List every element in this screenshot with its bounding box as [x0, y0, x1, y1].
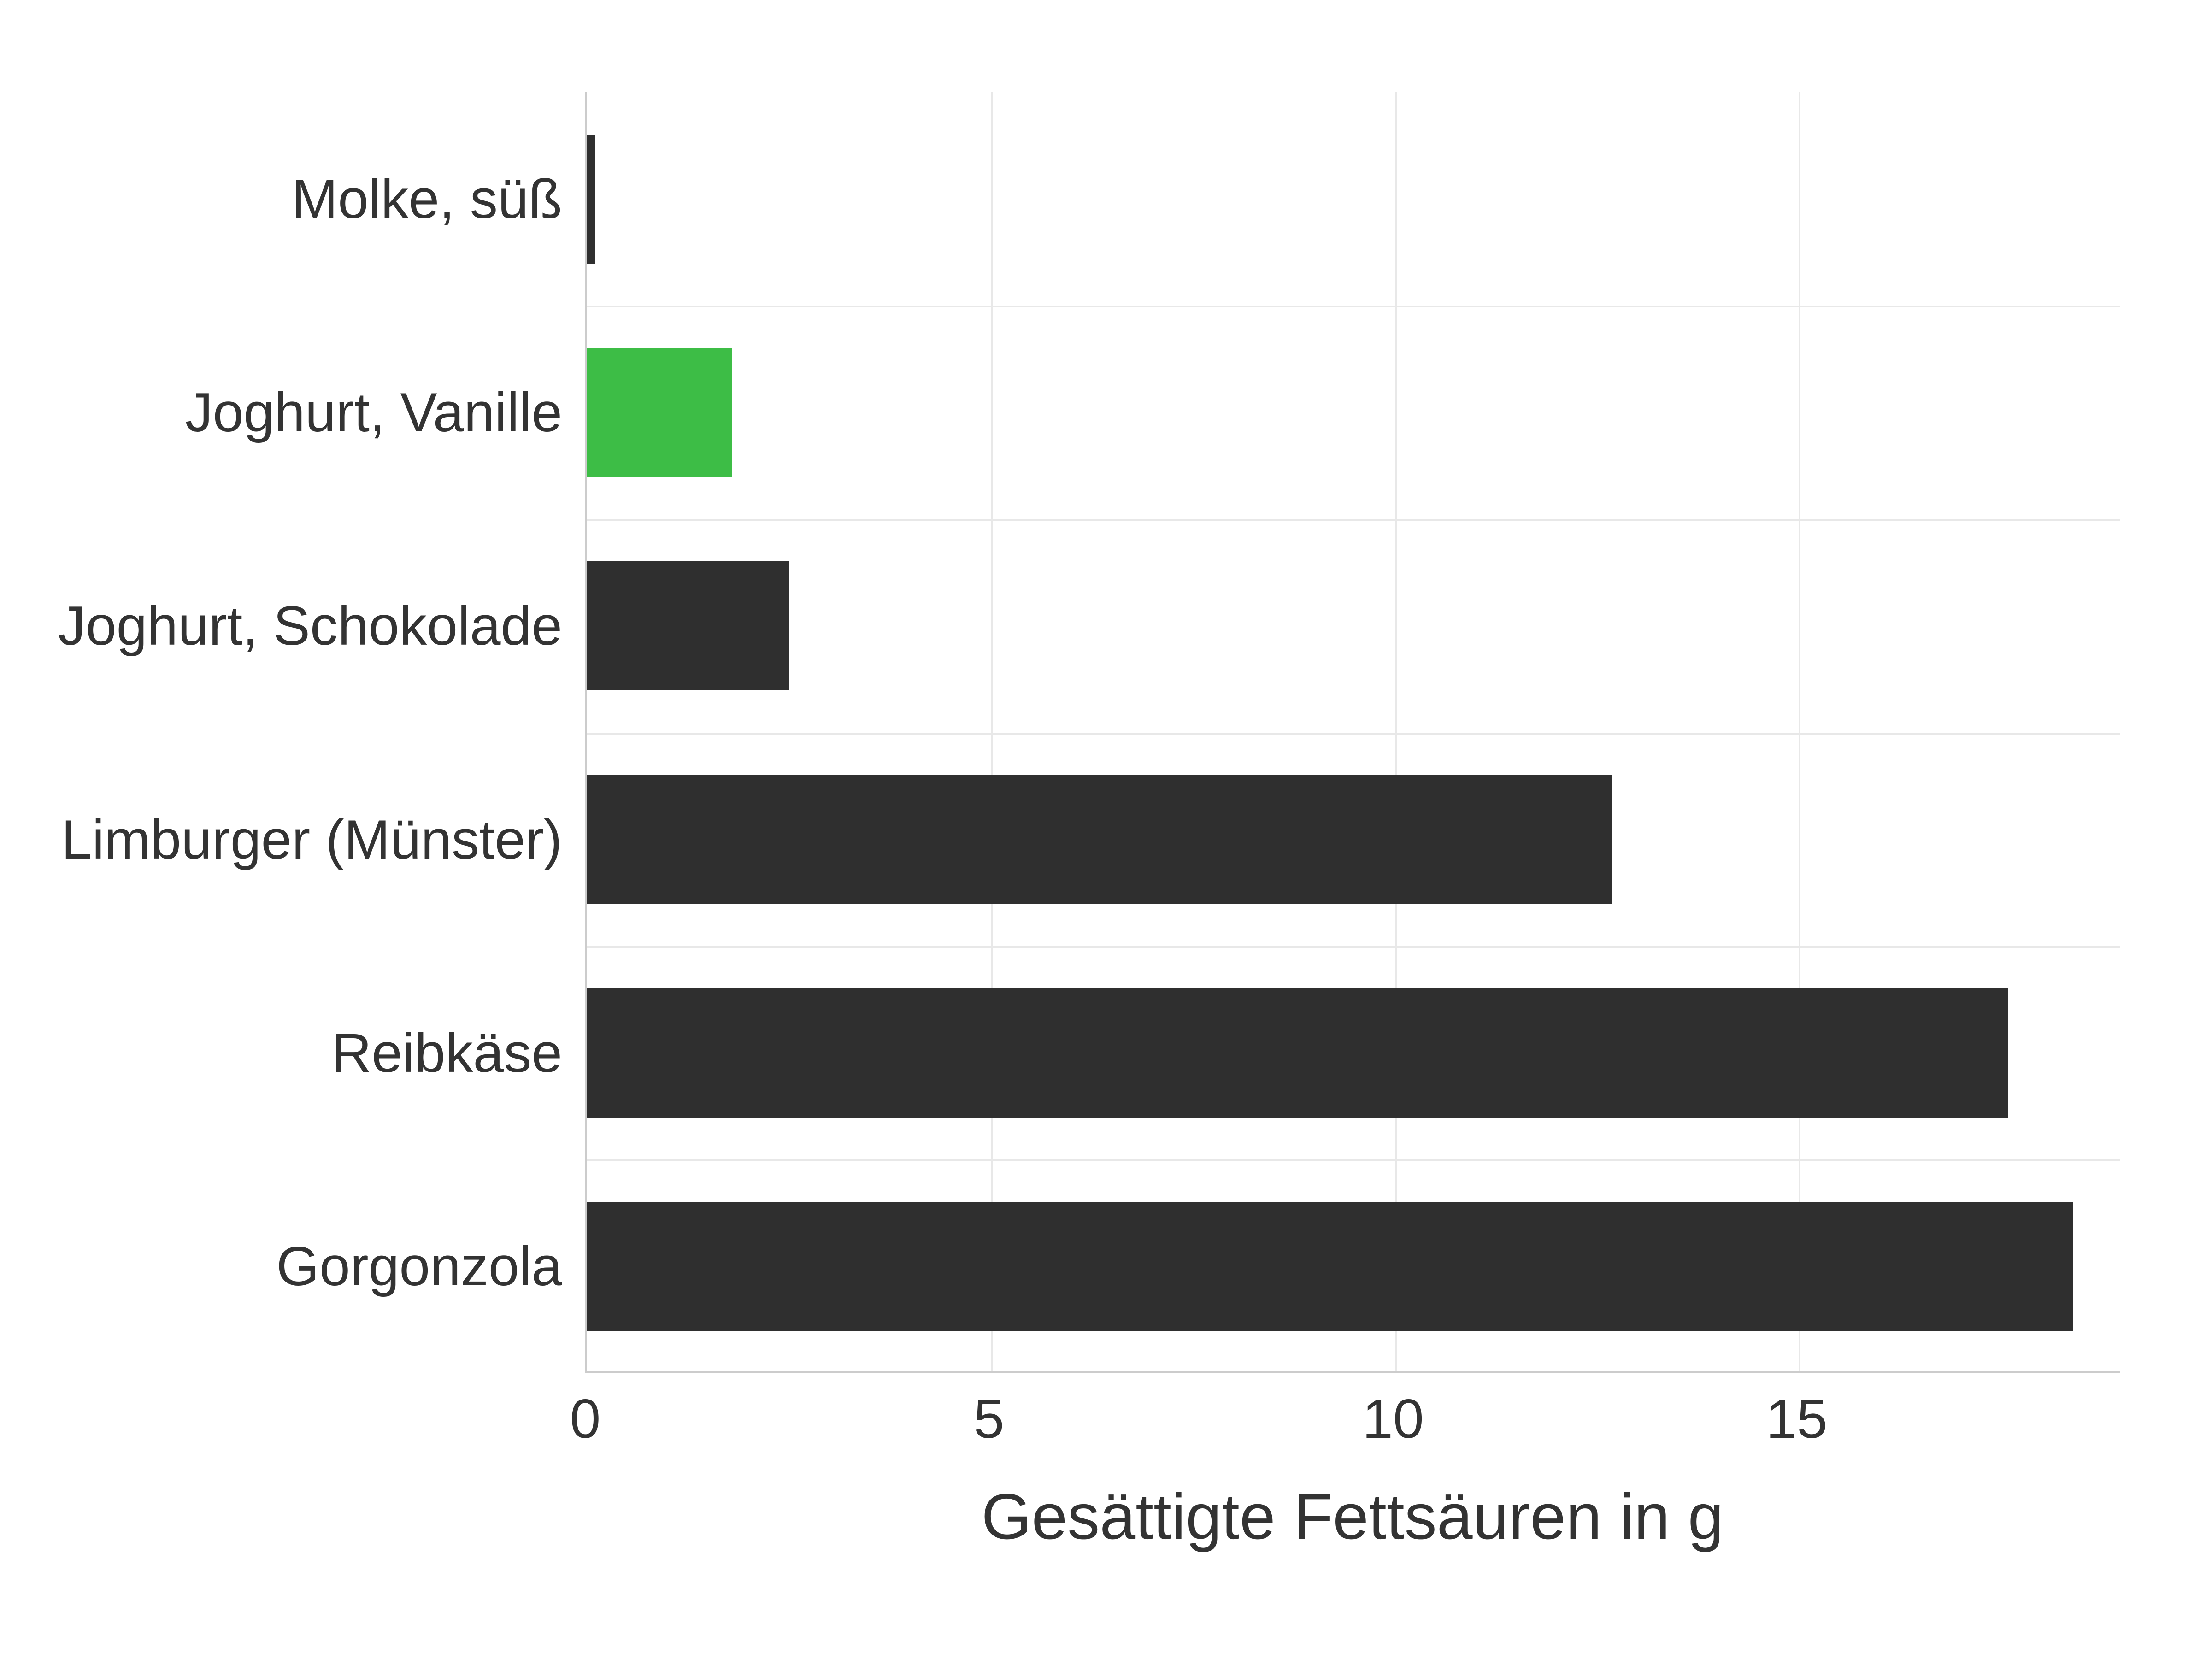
grid-line	[587, 946, 2120, 948]
bar-joghurt-schokolade	[587, 561, 789, 690]
grid-line	[1395, 92, 1397, 1371]
bar-limburger	[587, 775, 1612, 904]
chart-container: Molke, süß Joghurt, Vanille Joghurt, Sch…	[0, 0, 2212, 1659]
bar-gorgonzola	[587, 1202, 2073, 1331]
grid-line	[587, 306, 2120, 307]
y-category-label: Molke, süß	[32, 169, 562, 229]
grid-line	[991, 92, 993, 1371]
y-category-label: Limburger (Münster)	[32, 809, 562, 870]
x-axis-label: Gesättigte Fettsäuren in g	[585, 1479, 2120, 1554]
plot-area	[585, 92, 2120, 1373]
grid-line	[587, 1159, 2120, 1161]
bar-molke	[587, 135, 595, 264]
x-tick-label: 5	[974, 1387, 1005, 1451]
y-category-label: Joghurt, Schokolade	[32, 595, 562, 656]
bar-joghurt-vanille	[587, 348, 732, 477]
x-tick-label: 0	[570, 1387, 601, 1451]
y-category-label: Joghurt, Vanille	[32, 382, 562, 443]
y-category-label: Reibkäse	[32, 1023, 562, 1083]
grid-line	[587, 733, 2120, 735]
x-tick-label: 15	[1766, 1387, 1827, 1451]
grid-line	[587, 519, 2120, 521]
grid-line	[1799, 92, 1800, 1371]
x-tick-label: 10	[1362, 1387, 1424, 1451]
y-category-label: Gorgonzola	[32, 1236, 562, 1297]
bar-reibkaese	[587, 988, 2008, 1118]
